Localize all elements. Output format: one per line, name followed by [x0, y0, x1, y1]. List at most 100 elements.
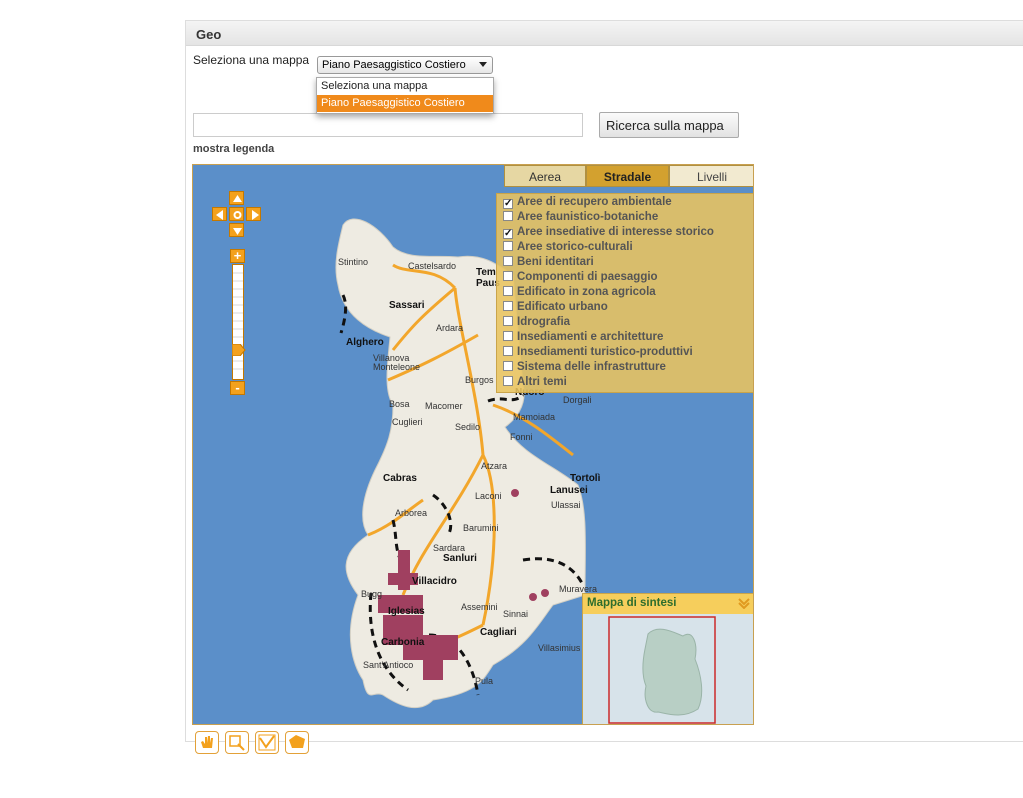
- layer-item[interactable]: Insediamenti turistico-produttivi: [503, 346, 693, 361]
- show-legend-link[interactable]: mostra legenda: [193, 143, 274, 155]
- layer-item[interactable]: Edificato in zona agricola: [503, 286, 656, 301]
- layer-checkbox[interactable]: [503, 331, 513, 341]
- map-label: Alghero: [346, 337, 384, 348]
- map-label: Assemini: [461, 602, 498, 612]
- map-label: Dorgali: [563, 395, 592, 405]
- map-label: Sassari: [389, 300, 425, 311]
- pan-up-icon[interactable]: [229, 191, 244, 205]
- layer-item[interactable]: Aree faunistico-botaniche: [503, 211, 658, 226]
- panel-title: Geo: [186, 21, 1023, 46]
- map-label: Barumini: [463, 523, 499, 533]
- tab-aerial[interactable]: Aerea: [504, 165, 586, 187]
- map-label: Pula: [475, 676, 494, 686]
- layer-label: Edificato in zona agricola: [517, 286, 656, 298]
- map-label: Ulassai: [551, 500, 581, 510]
- layer-checkbox[interactable]: [503, 346, 513, 356]
- layer-checkbox[interactable]: [503, 376, 513, 386]
- dropdown-option[interactable]: Seleziona una mappa: [317, 78, 493, 95]
- layer-label: Insediamenti turistico-produttivi: [517, 346, 693, 358]
- map-search-button[interactable]: Ricerca sulla mappa: [599, 112, 739, 138]
- map-label: Macomer: [425, 401, 463, 411]
- layer-label: Insediamenti e architetture: [517, 331, 664, 343]
- map-label: Sardara: [433, 543, 466, 553]
- map-label: Atzara: [481, 461, 508, 471]
- collapse-chevron-icon[interactable]: [738, 597, 750, 609]
- zoom-slider[interactable]: [232, 264, 244, 380]
- layer-label: Aree faunistico-botaniche: [517, 211, 659, 223]
- map-label: Villacidro: [412, 576, 457, 587]
- pan-down-icon[interactable]: [229, 223, 244, 237]
- map-label: Villasimius: [538, 643, 581, 653]
- map-search-input[interactable]: [193, 113, 583, 137]
- layer-checkbox-checked[interactable]: ✓: [503, 199, 513, 209]
- layer-label: Sistema delle infrastrutture: [517, 361, 666, 373]
- map-label: Bosa: [389, 399, 410, 409]
- zoom-slider-track: [233, 272, 243, 370]
- layer-label: Aree insediative di interesse storico: [517, 226, 714, 238]
- map-label: Sedilo: [455, 422, 481, 432]
- overview-map: Mappa di sintesi: [582, 593, 753, 725]
- map-label: Lanusei: [550, 485, 588, 496]
- overview-title-text: Mappa di sintesi: [587, 597, 677, 609]
- map-label: Cagliari: [480, 627, 517, 638]
- map-select-label: Seleziona una mappa: [193, 53, 310, 67]
- tab-layers[interactable]: Livelli: [669, 165, 753, 187]
- layers-panel: ✓ Aree di recupero ambientale Aree faunist…: [496, 193, 753, 393]
- layer-item[interactable]: Aree storico-culturali: [503, 241, 633, 256]
- map-select-value: Piano Paesaggistico Costiero: [322, 59, 466, 71]
- layer-checkbox[interactable]: [503, 271, 513, 281]
- map-label: Cabras: [383, 473, 417, 484]
- pan-center-icon[interactable]: [229, 207, 244, 221]
- layer-item[interactable]: ✓ Aree di recupero ambientale: [503, 196, 672, 211]
- layer-label: Edificato urbano: [517, 301, 608, 313]
- layer-item[interactable]: Edificato urbano: [503, 301, 608, 316]
- line-tool-icon[interactable]: [255, 731, 279, 754]
- map-label: Sinnai: [503, 609, 529, 619]
- layer-label: Componenti di paesaggio: [517, 271, 658, 283]
- layer-checkbox[interactable]: [503, 286, 513, 296]
- map-label: Tortolì: [570, 473, 601, 484]
- map-label: Ardara: [436, 323, 464, 333]
- map-label: Castelsardo: [408, 261, 457, 271]
- map-label: Monteleone: [373, 362, 421, 372]
- dropdown-option-selected[interactable]: Piano Paesaggistico Costiero: [317, 95, 493, 112]
- map-label: Fonni: [510, 432, 533, 442]
- layer-checkbox-checked[interactable]: ✓: [503, 229, 513, 239]
- map-label: Burgos: [465, 375, 494, 385]
- layer-checkbox[interactable]: [503, 211, 513, 221]
- map-label: Sanluri: [443, 553, 477, 564]
- layer-checkbox[interactable]: [503, 361, 513, 371]
- layer-checkbox[interactable]: [503, 301, 513, 311]
- map-label: Laconi: [475, 491, 502, 501]
- zoom-handle-icon[interactable]: [231, 343, 246, 359]
- layer-item[interactable]: Altri temi: [503, 376, 567, 391]
- map-label: Carbonia: [381, 637, 425, 648]
- map-label: Sant'Antioco: [363, 660, 414, 670]
- zoom-out-icon[interactable]: -: [230, 381, 245, 395]
- map-label: Tem: [476, 267, 496, 278]
- layer-label: Beni identitari: [517, 256, 594, 268]
- overview-title: Mappa di sintesi: [583, 594, 753, 614]
- polygon-tool-icon[interactable]: [285, 731, 309, 754]
- zoom-in-icon[interactable]: +: [230, 249, 245, 263]
- layer-label: Altri temi: [517, 376, 567, 388]
- map-label: Iglesias: [388, 606, 425, 617]
- layer-item[interactable]: Insediamenti e architetture: [503, 331, 663, 346]
- layer-checkbox[interactable]: [503, 256, 513, 266]
- pan-right-icon[interactable]: [246, 207, 261, 221]
- layer-item[interactable]: Beni identitari: [503, 256, 594, 271]
- pan-left-icon[interactable]: [212, 207, 227, 221]
- layer-item[interactable]: Sistema delle infrastrutture: [503, 361, 666, 376]
- hand-tool-icon[interactable]: [195, 731, 219, 754]
- point-tool-icon[interactable]: [225, 731, 249, 754]
- layer-checkbox[interactable]: [503, 316, 513, 326]
- layer-item[interactable]: ✓ Aree insediative di interesse storico: [503, 226, 714, 241]
- layer-label: Aree di recupero ambientale: [517, 196, 672, 208]
- overview-minimap[interactable]: [583, 614, 753, 725]
- tab-road[interactable]: Stradale: [586, 165, 669, 187]
- layer-checkbox[interactable]: [503, 241, 513, 251]
- map-select[interactable]: Piano Paesaggistico Costiero: [317, 56, 493, 74]
- map-viewport[interactable]: Stintino Castelsardo Tem Paus Sassari Ar…: [192, 164, 754, 725]
- layer-item[interactable]: Componenti di paesaggio: [503, 271, 658, 286]
- layer-item[interactable]: Idrografia: [503, 316, 570, 331]
